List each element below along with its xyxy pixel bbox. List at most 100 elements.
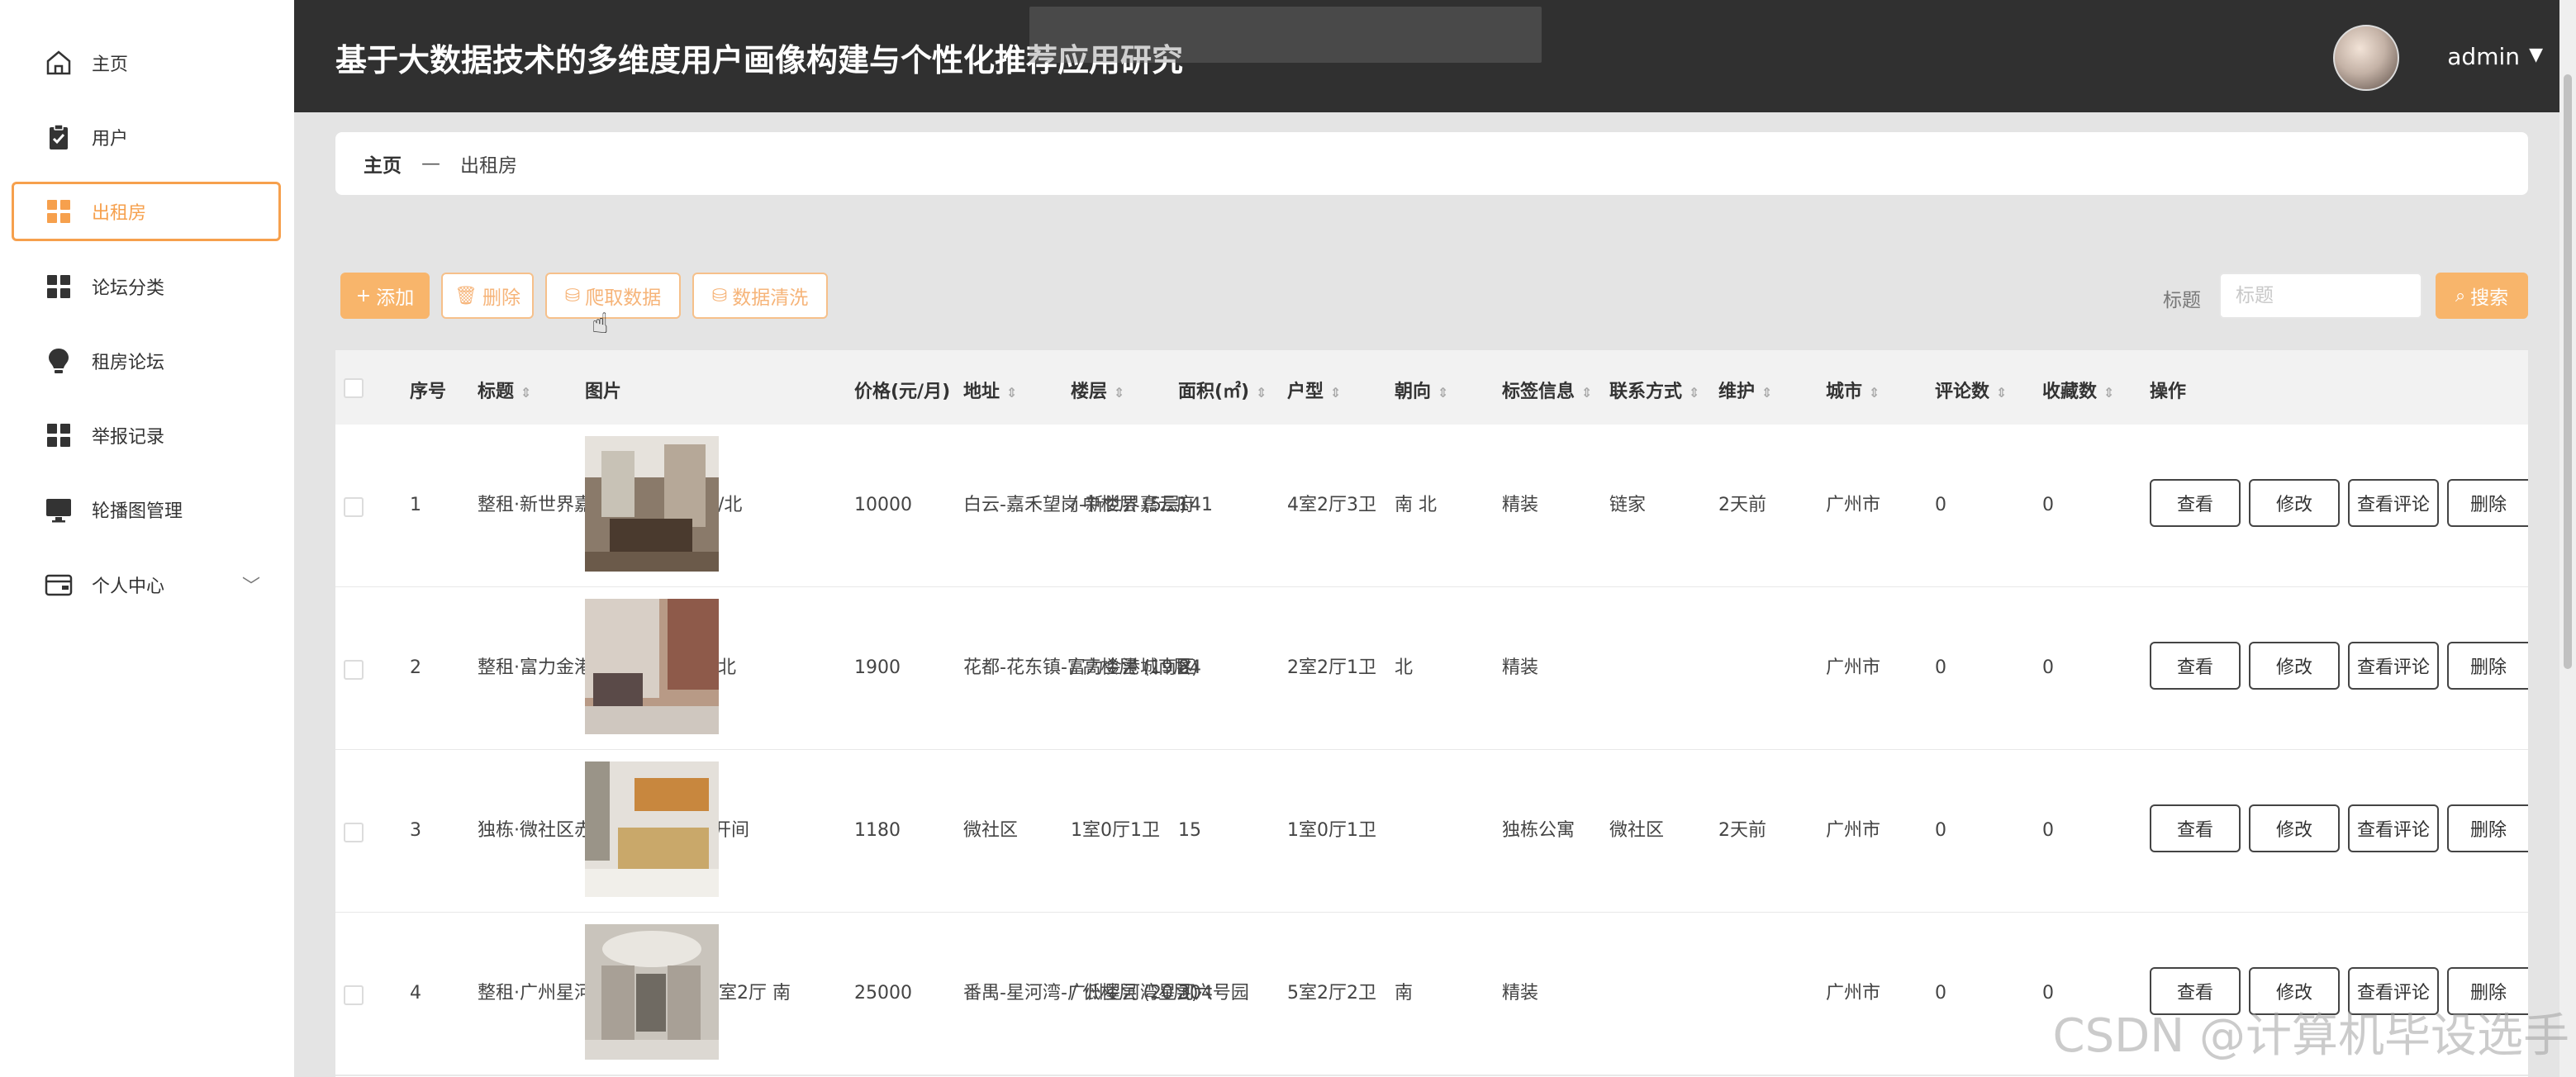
sidebar-item-rentals[interactable]: 出租房 xyxy=(12,182,281,241)
header-orientation[interactable]: 朝向 ⇕ xyxy=(1395,377,1448,403)
edit-button[interactable]: 修改 xyxy=(2249,479,2340,527)
cell-layout: 4室2厅3卫 xyxy=(1287,495,1376,515)
sort-icon: ⇕ xyxy=(1689,385,1700,401)
header-favorites[interactable]: 收藏数 ⇕ xyxy=(2042,377,2114,403)
row-checkbox[interactable] xyxy=(344,660,364,680)
header-address[interactable]: 地址 ⇕ xyxy=(963,377,1017,403)
cell-price: 1900 xyxy=(854,657,901,678)
header-floor[interactable]: 楼层 ⇕ xyxy=(1071,377,1124,403)
vertical-scrollbar[interactable] xyxy=(2559,0,2576,1077)
monitor-icon xyxy=(42,493,75,526)
grid-icon xyxy=(42,419,75,452)
cell-layout: 5室2厅2卫 xyxy=(1287,983,1376,1003)
sort-icon: ⇕ xyxy=(1996,385,2008,401)
cell-tags: 精装 xyxy=(1502,983,1539,1003)
sidebar-item-label: 举报记录 xyxy=(92,427,165,448)
cell-address: 白云-嘉禾望岗-新世界嘉云府 xyxy=(963,495,1195,515)
listing-photo[interactable] xyxy=(585,924,719,1060)
cell-floor: / 低楼层 (20层) xyxy=(1071,983,1199,1003)
search-icon: ⌕ xyxy=(2455,285,2466,306)
select-all-checkbox[interactable] xyxy=(344,378,364,398)
cell-index: 4 xyxy=(410,983,421,1003)
header-city[interactable]: 城市 ⇕ xyxy=(1826,377,1880,403)
view-button[interactable]: 查看 xyxy=(2150,804,2241,852)
crawl-data-button[interactable]: ⛁ 爬取数据 xyxy=(545,273,681,319)
table-row: 1 整租·新世界嘉云府 4室2厅 南/北 10000 白云-嘉禾望岗-新世界嘉云… xyxy=(335,425,2528,588)
sidebar-item-reports[interactable]: 举报记录 xyxy=(12,406,281,465)
cell-area: 141 xyxy=(1178,495,1213,515)
sidebar-item-personal-center[interactable]: 个人中心 ﹀ xyxy=(12,555,281,614)
sidebar-item-home[interactable]: 主页 xyxy=(12,33,281,93)
row-checkbox[interactable] xyxy=(344,823,364,842)
cell-title: 整租·富力金港城南区 2室2厅 北 xyxy=(478,657,736,678)
clean-data-button[interactable]: ⛁ 数据清洗 xyxy=(692,273,828,319)
chevron-down-icon[interactable]: ﹀ xyxy=(242,572,260,598)
cell-index: 1 xyxy=(410,495,421,515)
search-input[interactable] xyxy=(2219,273,2422,319)
bulb-icon xyxy=(42,344,75,377)
sort-icon: ⇕ xyxy=(1256,385,1267,401)
cell-tags: 精装 xyxy=(1502,495,1539,515)
header-area[interactable]: 面积(㎡) ⇕ xyxy=(1178,377,1267,403)
user-name[interactable]: admin xyxy=(2447,43,2520,70)
mouse-cursor-icon: ☝ xyxy=(592,307,609,340)
sidebar-item-rental-forum[interactable]: 租房论坛 xyxy=(12,331,281,391)
cell-layout: 2室2厅1卫 xyxy=(1287,657,1376,678)
row-delete-button[interactable]: 删除 xyxy=(2447,642,2528,690)
row-checkbox[interactable] xyxy=(344,497,364,517)
cell-comments: 0 xyxy=(1935,495,1946,515)
view-comments-button[interactable]: 查看评论 xyxy=(2348,642,2439,690)
header-tags[interactable]: 标签信息 ⇕ xyxy=(1502,377,1592,403)
sidebar-item-label: 轮播图管理 xyxy=(92,501,183,522)
cell-orientation: 南 北 xyxy=(1395,495,1437,515)
cell-title: 独栋·微社区赤岗店 精美单间 开间 xyxy=(478,820,749,841)
cell-address: 番禺-星河湾-广州星河湾星河六号园 xyxy=(963,983,1249,1003)
grid-icon xyxy=(42,195,75,228)
sidebar-item-label: 主页 xyxy=(92,55,129,75)
edit-button[interactable]: 修改 xyxy=(2249,804,2340,852)
header-comments[interactable]: 评论数 ⇕ xyxy=(1935,377,2007,403)
listing-photo[interactable] xyxy=(585,436,719,572)
cell-title: 整租·广州星河湾星河六号园 5室2厅 南 xyxy=(478,983,791,1003)
sidebar-item-forum-category[interactable]: 论坛分类 xyxy=(12,257,281,316)
delete-button[interactable]: 🗑 删除 xyxy=(441,273,534,319)
listing-photo[interactable] xyxy=(585,599,719,734)
add-button-label: 添加 xyxy=(376,287,415,309)
listing-photo[interactable] xyxy=(585,761,719,897)
view-comments-button[interactable]: 查看评论 xyxy=(2348,479,2439,527)
sidebar-item-label: 出租房 xyxy=(92,203,147,224)
cell-area: 304 xyxy=(1178,983,1213,1003)
sidebar-item-label: 个人中心 xyxy=(92,576,165,597)
sidebar-item-carousel[interactable]: 轮播图管理 xyxy=(12,480,281,539)
view-button[interactable]: 查看 xyxy=(2150,642,2241,690)
add-button[interactable]: + 添加 xyxy=(340,273,430,319)
cell-price: 25000 xyxy=(854,983,912,1003)
cell-favorites: 0 xyxy=(2042,657,2054,678)
sort-icon: ⇕ xyxy=(1581,385,1593,401)
scrollbar-thumb[interactable] xyxy=(2564,74,2572,669)
sidebar-item-users[interactable]: 用户 xyxy=(12,107,281,167)
header-index: 序号 xyxy=(410,382,447,402)
cell-layout: 1室0厅1卫 xyxy=(1287,820,1376,841)
edit-button[interactable]: 修改 xyxy=(2249,642,2340,690)
breadcrumb-home[interactable]: 主页 xyxy=(364,149,402,178)
sort-icon: ⇕ xyxy=(1438,385,1449,401)
row-delete-button[interactable]: 删除 xyxy=(2447,804,2528,852)
caret-down-icon[interactable]: ▼ xyxy=(2529,45,2543,65)
avatar[interactable] xyxy=(2333,25,2399,91)
header-layout[interactable]: 户型 ⇕ xyxy=(1287,377,1341,403)
search-button[interactable]: ⌕ 搜索 xyxy=(2436,273,2528,319)
cell-contact: 链家 xyxy=(1609,495,1647,515)
header-title[interactable]: 标题 ⇕ xyxy=(478,377,531,403)
cell-address: 花都-花东镇-富力金港城南区 xyxy=(963,657,1195,678)
header-maintenance[interactable]: 维护 ⇕ xyxy=(1718,377,1772,403)
cell-price: 1180 xyxy=(854,820,901,841)
view-comments-button[interactable]: 查看评论 xyxy=(2348,804,2439,852)
header-contact[interactable]: 联系方式 ⇕ xyxy=(1609,377,1699,403)
header: 基于大数据技术的多维度用户画像构建与个性化推荐应用研究 admin ▼ xyxy=(294,0,2576,112)
grid-icon xyxy=(42,270,75,303)
row-delete-button[interactable]: 删除 xyxy=(2447,479,2528,527)
view-button[interactable]: 查看 xyxy=(2150,479,2241,527)
row-checkbox[interactable] xyxy=(344,985,364,1005)
sort-icon: ⇕ xyxy=(1114,385,1125,401)
